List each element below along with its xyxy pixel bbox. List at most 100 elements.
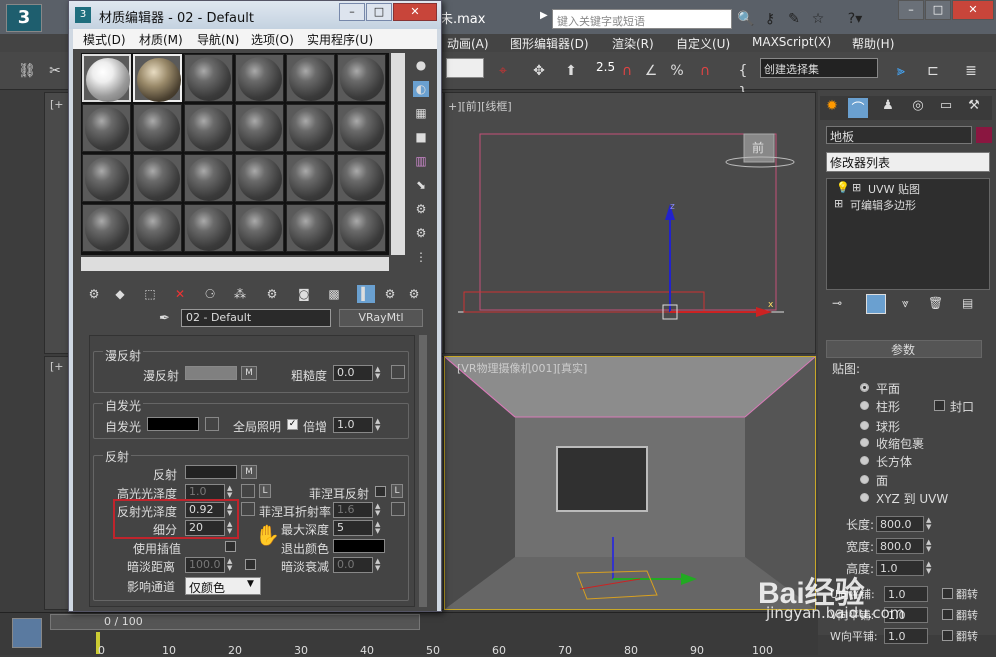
v-flip-checkbox[interactable] <box>942 609 953 620</box>
me-menu-options[interactable]: 选项(O) <box>251 31 294 48</box>
me-menu-material[interactable]: 材质(M) <box>139 31 183 48</box>
minimize-button[interactable]: – <box>898 0 924 20</box>
sample-slot[interactable] <box>337 54 386 102</box>
menu-graph-editors[interactable]: 图形编辑器(D) <box>510 35 589 52</box>
sample-slot[interactable] <box>184 154 233 202</box>
fresnel-checkbox[interactable] <box>375 486 386 497</box>
cap-checkbox[interactable] <box>934 400 945 411</box>
modify-tab-icon[interactable]: ⌒ <box>848 98 868 118</box>
maximize-button[interactable]: □ <box>925 0 951 20</box>
assign-to-selection-icon[interactable]: ⬚ <box>141 285 159 303</box>
me-maximize-button[interactable]: □ <box>366 3 392 21</box>
sample-slot[interactable] <box>235 104 284 152</box>
sample-slot[interactable] <box>82 104 131 152</box>
menu-help[interactable]: 帮助(H) <box>852 35 894 52</box>
me-close-button[interactable]: ✕ <box>393 3 437 21</box>
slots-vertical-scrollbar[interactable] <box>391 53 405 255</box>
snap-icon[interactable]: ∩ <box>616 60 638 82</box>
length-spinner[interactable]: ▲ ▼ <box>926 517 934 531</box>
rollouts-scrollbar[interactable] <box>419 335 427 607</box>
radio-xyz-to-uvw[interactable] <box>860 493 869 502</box>
mirror-icon[interactable]: ⫸ <box>890 60 912 82</box>
percent-snap-icon[interactable]: % <box>666 60 688 82</box>
slots-horizontal-scrollbar[interactable] <box>81 257 389 271</box>
radio-planar[interactable] <box>860 383 869 392</box>
radio-shrinkwrap[interactable] <box>860 438 869 447</box>
show-end-result-icon[interactable] <box>866 294 886 314</box>
material-name-dropdown[interactable]: 02 - Default <box>181 309 331 327</box>
reflect-color-swatch[interactable] <box>185 465 237 479</box>
link-icon[interactable]: ⛓ <box>16 60 38 82</box>
fresnel-lock-button[interactable]: L <box>391 484 403 498</box>
help-icon[interactable]: ?▾ <box>842 9 868 29</box>
material-type-button[interactable]: VRayMtl <box>339 309 423 327</box>
dim-falloff-input[interactable]: 0.0 <box>333 557 373 573</box>
go-forward-sibling-icon[interactable]: ⚙ <box>405 285 423 303</box>
light-bulb-icon[interactable]: 💡 <box>836 181 850 194</box>
options-icon[interactable]: ⚙ <box>413 201 429 217</box>
sample-slot[interactable] <box>235 154 284 202</box>
me-menu-navigation[interactable]: 导航(N) <box>197 31 239 48</box>
exit-color-swatch[interactable] <box>333 539 385 553</box>
select-manipulate-icon[interactable]: ⬆ <box>560 60 582 82</box>
length-input[interactable]: 800.0 <box>876 516 924 532</box>
motion-tab-icon[interactable]: ◎ <box>908 98 928 118</box>
dim-falloff-spinner[interactable]: ▲ ▼ <box>375 558 383 572</box>
self-illum-map-button[interactable] <box>205 417 219 431</box>
search-arrow-icon[interactable]: ▶ <box>540 10 550 28</box>
viewport-label-camera[interactable]: [VR物理摄像机001][真实] <box>457 360 587 376</box>
material-map-navigator-icon[interactable]: ⋮ <box>413 249 429 265</box>
sample-slot[interactable] <box>133 204 182 252</box>
dim-dist-spinner[interactable]: ▲ ▼ <box>227 558 235 572</box>
height-input[interactable]: 1.0 <box>876 560 924 576</box>
close-button[interactable]: ✕ <box>952 0 994 20</box>
w-tile-input[interactable]: 1.0 <box>884 628 928 644</box>
align-icon[interactable]: ⊏ <box>922 60 944 82</box>
make-preview-icon[interactable]: ⬊ <box>413 177 429 193</box>
width-input[interactable]: 800.0 <box>876 538 924 554</box>
hilight-gloss-map-button[interactable] <box>241 484 255 498</box>
expand-icon[interactable]: ⊞ <box>834 197 843 210</box>
sample-slot[interactable] <box>337 154 386 202</box>
dim-dist-checkbox[interactable] <box>245 559 256 570</box>
backlight-icon[interactable]: ◐ <box>413 81 429 97</box>
utilities-tab-icon[interactable]: ⚒ <box>964 98 984 118</box>
me-menu-modes[interactable]: 模式(D) <box>83 31 126 48</box>
angle-snap-icon[interactable]: ∠ <box>640 60 662 82</box>
hierarchy-tab-icon[interactable]: ♟ <box>878 98 898 118</box>
sample-slot[interactable] <box>286 104 335 152</box>
put-to-library-icon[interactable]: ⚙ <box>263 285 281 303</box>
diffuse-map-button[interactable]: M <box>241 366 257 380</box>
height-spinner[interactable]: ▲ ▼ <box>926 561 934 575</box>
subdivs-input[interactable]: 20 <box>185 520 225 536</box>
viewport-label-bottom-left[interactable]: [+ <box>50 360 64 373</box>
sample-slot[interactable] <box>184 204 233 252</box>
put-to-scene-icon[interactable]: ◆ <box>111 285 129 303</box>
diffuse-color-swatch[interactable] <box>185 366 237 380</box>
roughness-input[interactable]: 0.0 <box>333 365 373 381</box>
key-icon[interactable]: ⚷ <box>760 9 780 29</box>
pin-icon[interactable]: ✎ <box>784 9 804 29</box>
menu-animation[interactable]: 动画(A) <box>447 35 489 52</box>
show-end-result-icon[interactable]: ▍ <box>357 285 375 303</box>
select-by-material-icon[interactable]: ⚙ <box>413 225 429 241</box>
background-icon[interactable]: ▦ <box>413 105 429 121</box>
material-id-channel-icon[interactable]: ◙ <box>295 285 313 303</box>
sample-slot[interactable] <box>133 104 182 152</box>
sample-slot[interactable] <box>337 104 386 152</box>
make-unique-icon[interactable]: ⁂ <box>231 285 249 303</box>
reset-map-icon[interactable]: ✕ <box>171 285 189 303</box>
edit-named-sets-icon[interactable]: { } <box>732 60 754 101</box>
viewcube-label[interactable]: 前 <box>752 139 764 156</box>
self-illum-color-swatch[interactable] <box>147 417 199 431</box>
binoculars-icon[interactable]: 🔍 <box>736 9 756 29</box>
move-icon[interactable]: ✥ <box>528 60 550 82</box>
sample-type-icon[interactable]: ● <box>413 57 429 73</box>
make-copy-icon[interactable]: ⚆ <box>201 285 219 303</box>
pivot-icon[interactable]: ⌖ <box>492 60 514 82</box>
eyedropper-icon[interactable]: ✒ <box>159 311 170 326</box>
display-tab-icon[interactable]: ▭ <box>936 98 956 118</box>
sample-slot[interactable] <box>184 54 233 102</box>
menu-customize[interactable]: 自定义(U) <box>676 35 730 52</box>
spinner-snap-icon[interactable]: ∩ <box>694 60 716 82</box>
